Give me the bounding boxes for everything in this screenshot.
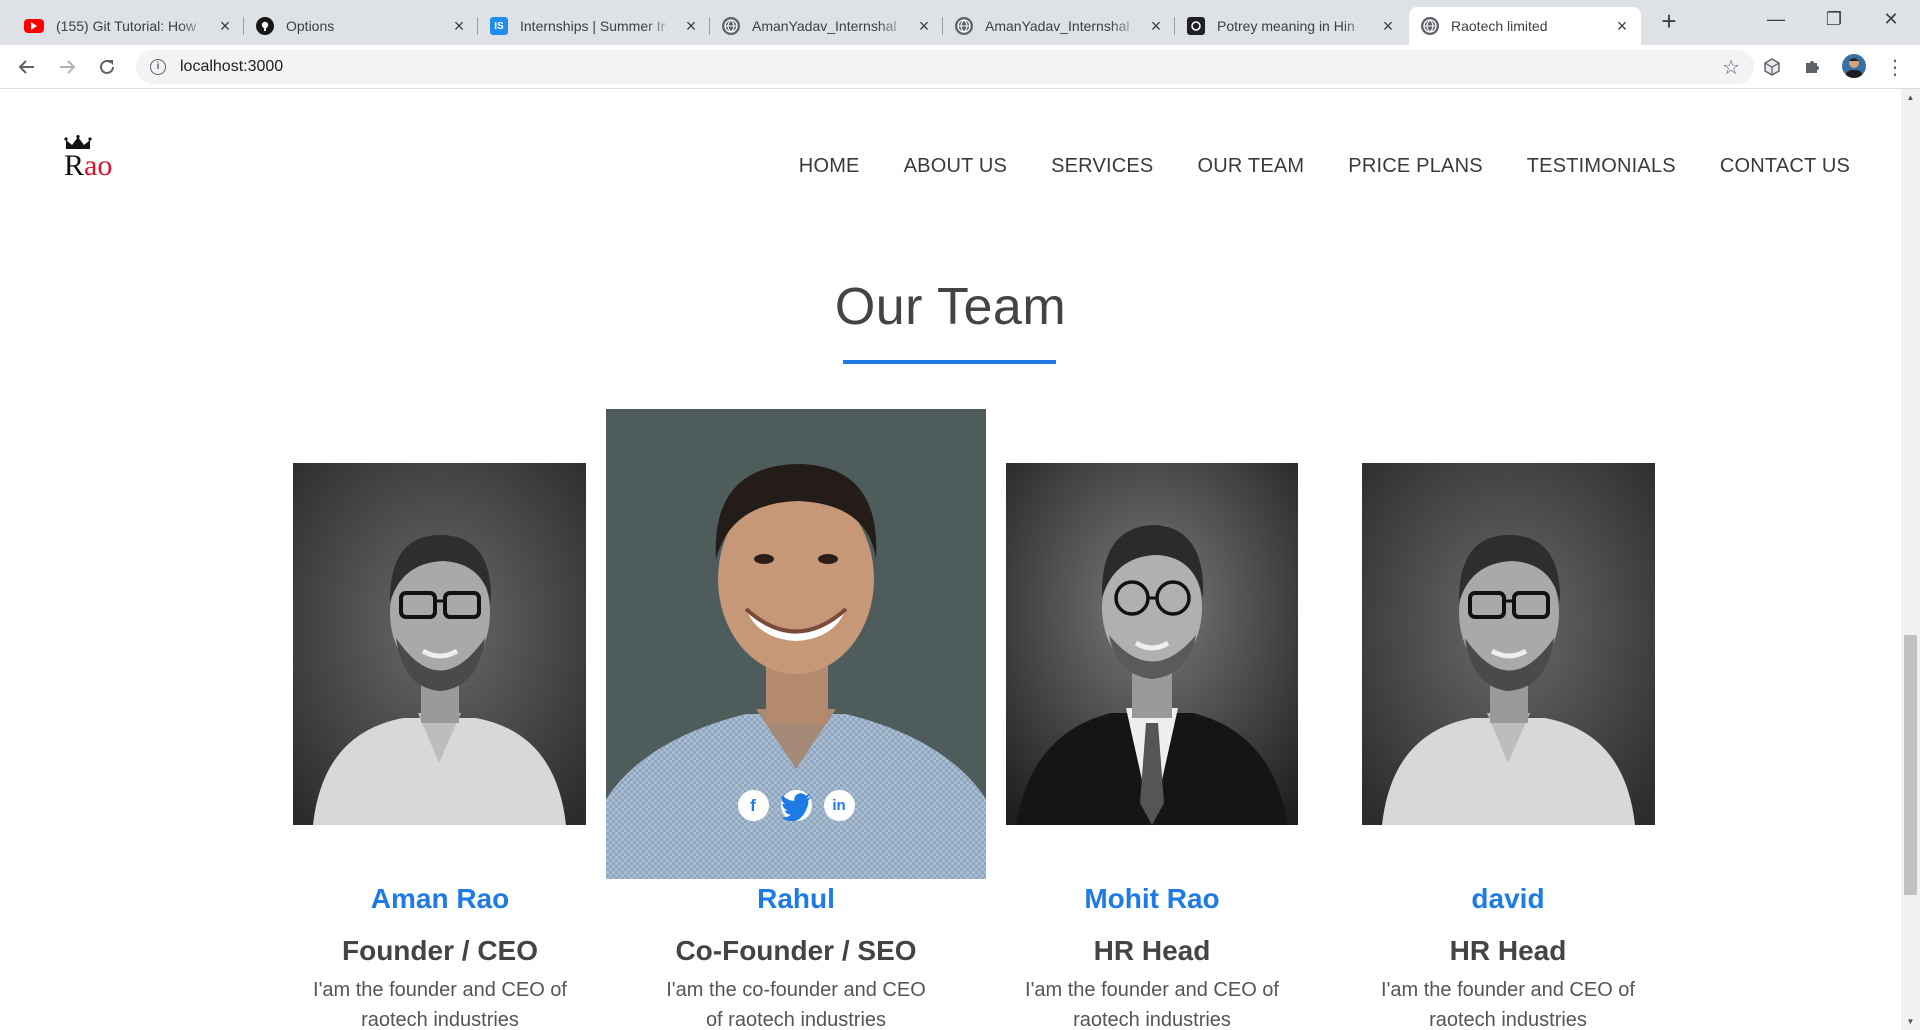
- member-description: I'am the founder and CEO of raotech indus…: [1381, 979, 1635, 1030]
- extensions-puzzle-icon[interactable]: [1802, 57, 1822, 77]
- globe-icon: [1421, 17, 1439, 35]
- nav-testimonials[interactable]: TESTIMONIALS: [1505, 155, 1698, 178]
- restore-icon[interactable]: ❐: [1806, 0, 1862, 40]
- member-photo-featured[interactable]: f in: [606, 409, 986, 879]
- browser-toolbar: i localhost:3000 ☆ ⋮: [0, 45, 1920, 89]
- tab-title: AmanYadav_Internshal: [985, 18, 1130, 34]
- nav-price-plans[interactable]: PRICE PLANS: [1326, 155, 1504, 178]
- tab-title: AmanYadav_Internshal: [752, 18, 897, 34]
- url-text: localhost:3000: [180, 58, 284, 75]
- logo-wordmark: Rao: [64, 149, 113, 182]
- tab-title: Potrey meaning in Hin: [1217, 18, 1355, 34]
- nav-services[interactable]: SERVICES: [1029, 155, 1175, 178]
- member-photo[interactable]: [1362, 463, 1655, 825]
- close-tab-icon[interactable]: ×: [1379, 17, 1397, 35]
- nav-about-us[interactable]: ABOUT US: [882, 155, 1029, 178]
- member-photo[interactable]: [293, 463, 586, 825]
- internshala-icon: IS: [490, 17, 508, 35]
- address-bar[interactable]: i localhost:3000 ☆: [136, 50, 1754, 84]
- browser-tab-strip: (155) Git Tutorial: How × Options × IS I…: [0, 0, 1920, 45]
- nav-home[interactable]: HOME: [777, 155, 882, 178]
- title-underline: [843, 360, 1056, 364]
- close-tab-icon[interactable]: ×: [915, 17, 933, 35]
- nav-contact-us[interactable]: CONTACT US: [1698, 155, 1850, 178]
- social-links: f in: [606, 790, 986, 821]
- browser-tab[interactable]: AmanYadav_Internshal ×: [710, 7, 943, 45]
- close-tab-icon[interactable]: ×: [450, 17, 468, 35]
- linkedin-icon[interactable]: in: [823, 790, 855, 821]
- globe-icon: [955, 17, 973, 35]
- globe-icon: [722, 17, 740, 35]
- profile-avatar[interactable]: [1842, 54, 1866, 78]
- member-description: I'am the founder and CEO of raotech indus…: [1025, 979, 1279, 1030]
- youtube-icon: [24, 19, 44, 33]
- scroll-down-icon[interactable]: ▼: [1901, 1013, 1920, 1030]
- member-description: I'am the founder and CEO of raotech indus…: [313, 979, 567, 1030]
- member-photo[interactable]: [1006, 463, 1298, 825]
- member-name[interactable]: Aman Rao: [260, 883, 620, 915]
- section-title: Our Team: [834, 278, 1067, 336]
- forward-icon[interactable]: [52, 52, 82, 82]
- member-role: HR Head: [1449, 935, 1567, 966]
- member-name[interactable]: Mohit Rao: [972, 883, 1332, 915]
- browser-tab[interactable]: IS Internships | Summer Ir ×: [478, 7, 710, 45]
- tab-title: Raotech limited: [1451, 18, 1548, 34]
- member-name[interactable]: Rahul: [616, 883, 976, 915]
- tab-title: Internships | Summer Ir: [520, 18, 666, 34]
- close-window-icon[interactable]: ✕: [1863, 0, 1919, 40]
- page-viewport: Rao HOME ABOUT US SERVICES OUR TEAM PRIC…: [0, 89, 1901, 1030]
- bookmark-star-icon[interactable]: ☆: [1722, 55, 1740, 80]
- browser-tab[interactable]: Options ×: [244, 7, 478, 45]
- member-role: Co-Founder / SEO: [675, 935, 917, 966]
- browser-tab[interactable]: (155) Git Tutorial: How ×: [12, 7, 244, 45]
- scrollbar-thumb[interactable]: [1904, 635, 1917, 895]
- browser-menu-icon[interactable]: ⋮: [1880, 52, 1910, 82]
- browser-tab-active[interactable]: Raotech limited ×: [1409, 7, 1641, 45]
- member-role: HR Head: [1093, 935, 1211, 966]
- close-tab-icon[interactable]: ×: [1147, 17, 1165, 35]
- new-tab-button[interactable]: +: [1655, 8, 1683, 36]
- member-description: I'am the co-founder and CEO of raotech in…: [666, 979, 926, 1030]
- member-role: Founder / CEO: [342, 935, 538, 966]
- github-icon: [256, 17, 274, 35]
- back-icon[interactable]: [12, 52, 42, 82]
- page-scrollbar[interactable]: ▲ ▼: [1901, 89, 1920, 1030]
- tab-title: (155) Git Tutorial: How: [56, 18, 197, 34]
- facebook-icon[interactable]: f: [737, 790, 769, 821]
- close-tab-icon[interactable]: ×: [1613, 17, 1631, 35]
- extension-cube-icon[interactable]: [1762, 57, 1782, 77]
- browser-tab[interactable]: Potrey meaning in Hin ×: [1175, 7, 1407, 45]
- site-info-icon[interactable]: i: [150, 59, 166, 75]
- nav-our-team[interactable]: OUR TEAM: [1175, 155, 1326, 178]
- twitter-icon[interactable]: [780, 790, 812, 821]
- main-nav: HOME ABOUT US SERVICES OUR TEAM PRICE PL…: [777, 155, 1850, 178]
- reload-icon[interactable]: [92, 52, 122, 82]
- close-tab-icon[interactable]: ×: [216, 17, 234, 35]
- close-tab-icon[interactable]: ×: [682, 17, 700, 35]
- site-logo[interactable]: Rao: [62, 135, 132, 183]
- dictionary-icon: [1187, 17, 1205, 35]
- tab-title: Options: [286, 18, 335, 34]
- browser-tab[interactable]: AmanYadav_Internshal ×: [943, 7, 1175, 45]
- minimize-icon[interactable]: —: [1748, 0, 1804, 40]
- scroll-up-icon[interactable]: ▲: [1901, 89, 1920, 106]
- member-name[interactable]: david: [1328, 883, 1688, 915]
